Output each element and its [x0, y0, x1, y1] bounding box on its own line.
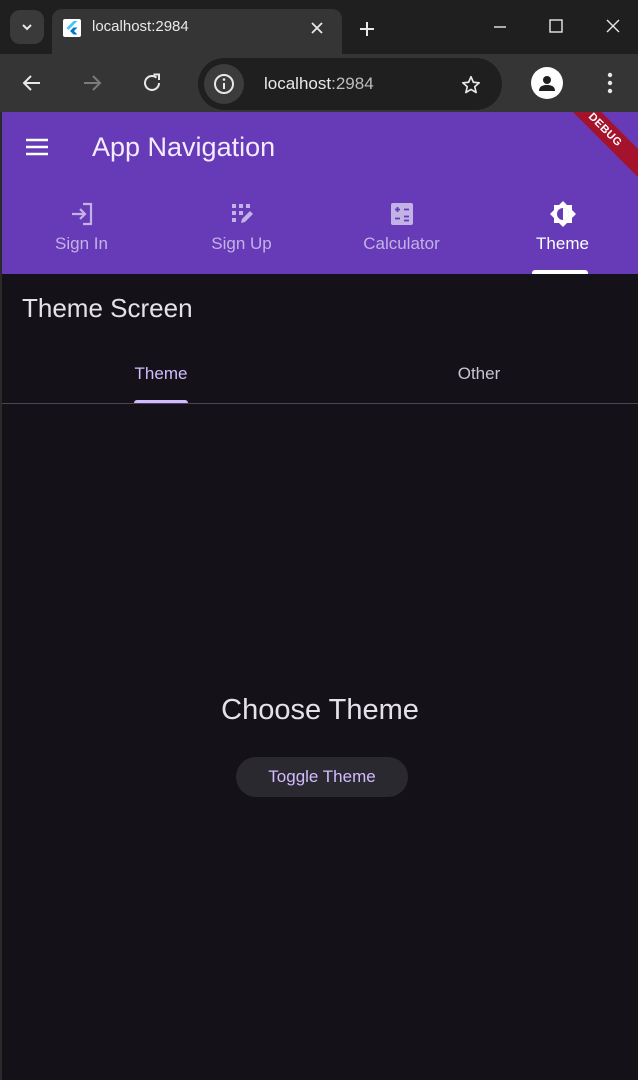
app-title: App Navigation: [92, 132, 276, 162]
maximize-icon[interactable]: [544, 14, 568, 38]
reload-button[interactable]: [135, 66, 169, 100]
sub-tabs: Theme Other: [2, 342, 638, 404]
browser-tab-title: localhost:2984: [92, 18, 189, 35]
back-button[interactable]: [15, 66, 49, 100]
selected-tab-indicator: [532, 270, 588, 274]
url-host: localhost: [264, 74, 332, 93]
url-port: :2984: [331, 74, 374, 93]
debug-banner: DEBUG: [537, 112, 638, 198]
subtab-theme[interactable]: Theme: [2, 342, 320, 404]
tab-calculator-label: Calculator: [363, 234, 440, 253]
person-icon: [539, 76, 555, 91]
browser-tab[interactable]: localhost:2984: [52, 9, 342, 54]
forward-button[interactable]: [75, 66, 109, 100]
close-icon[interactable]: [308, 19, 326, 37]
tab-sign-in-label: Sign In: [55, 234, 108, 253]
tab-divider: [2, 403, 638, 404]
tab-sign-up-label: Sign Up: [211, 234, 272, 253]
app-bar: App Navigation DEBUG Sign In Sign Up Cal…: [2, 112, 638, 274]
window-close-icon[interactable]: [601, 14, 625, 38]
tab-sign-up[interactable]: Sign Up: [162, 190, 321, 274]
top-nav-tabs: Sign In Sign Up Calculator Theme: [2, 190, 638, 274]
reload-icon: [144, 73, 160, 91]
bookmark-star-icon[interactable]: [460, 74, 482, 96]
tab-calculator[interactable]: Calculator: [322, 190, 481, 274]
site-info-button[interactable]: [204, 64, 244, 104]
tab-sign-in[interactable]: Sign In: [2, 190, 161, 274]
browser-toolbar: localhost:2984: [0, 54, 638, 112]
tab-search-button[interactable]: [10, 10, 44, 44]
url-text: localhost:2984: [264, 74, 374, 94]
tab-theme[interactable]: Theme: [483, 190, 638, 274]
subtab-other-label: Other: [457, 364, 501, 383]
tab-theme-label: Theme: [536, 234, 589, 253]
toggle-theme-button[interactable]: Toggle Theme: [236, 757, 408, 797]
screen-title: Theme Screen: [22, 293, 193, 323]
more-vert-icon[interactable]: [598, 67, 622, 99]
menu-icon[interactable]: [24, 134, 50, 160]
app-registration-icon: [232, 204, 253, 223]
chevron-down-icon: [22, 24, 32, 31]
flutter-favicon-icon: [63, 19, 81, 37]
arrow-right-icon: [84, 75, 102, 91]
minimize-icon[interactable]: [488, 14, 512, 38]
login-icon: [72, 202, 93, 226]
profile-button[interactable]: [531, 67, 563, 99]
arrow-left-icon: [22, 75, 40, 91]
subtab-theme-label: Theme: [134, 364, 188, 383]
address-bar[interactable]: localhost:2984: [198, 58, 502, 110]
calculate-icon: [391, 203, 413, 225]
brightness-icon: [550, 201, 576, 227]
choose-theme-heading: Choose Theme: [221, 694, 419, 726]
subtab-other[interactable]: Other: [320, 342, 638, 404]
info-icon: [214, 74, 234, 94]
browser-tab-strip: localhost:2984: [0, 0, 638, 54]
new-tab-icon[interactable]: [356, 18, 378, 40]
